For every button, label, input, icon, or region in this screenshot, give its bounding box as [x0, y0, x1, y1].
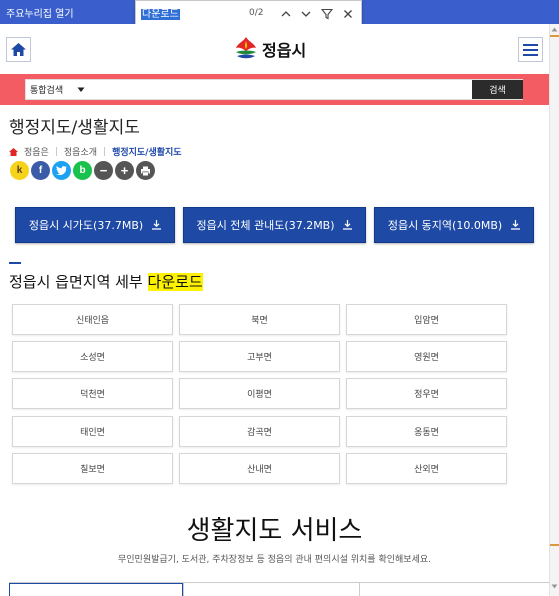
find-query: 다운로드 [141, 9, 180, 20]
download-icon [343, 220, 352, 230]
district-button[interactable]: 태인면 [12, 416, 173, 447]
find-filter-button[interactable] [319, 6, 335, 22]
close-icon [344, 10, 352, 18]
logo-text: 정읍시 [262, 41, 307, 60]
find-close-button[interactable] [340, 6, 356, 22]
download-button-label: 정읍시 전체 관내도(37.2MB) [196, 219, 335, 232]
district-button[interactable]: 이평면 [179, 378, 340, 409]
facebook-share-icon[interactable]: f [31, 161, 50, 180]
district-button[interactable]: 정우면 [346, 378, 507, 409]
twitter-bird-icon [56, 166, 67, 175]
service-title: 생활지도 서비스 [186, 516, 363, 546]
scroll-match-marker [550, 35, 559, 37]
district-button[interactable]: 산외면 [346, 453, 507, 484]
share-toolbar: k f b − + [10, 161, 155, 180]
search-scope-select[interactable]: 통합검색 [30, 83, 85, 96]
zoom-in-icon[interactable]: + [115, 161, 134, 180]
service-tab[interactable] [9, 583, 183, 596]
find-previous-button[interactable] [278, 6, 294, 22]
section-title-text: 정읍시 읍면지역 세부 [9, 273, 148, 291]
district-button[interactable]: 입암면 [346, 304, 507, 335]
twitter-share-icon[interactable] [52, 161, 71, 180]
district-button[interactable]: 덕천면 [12, 378, 173, 409]
district-button[interactable]: 감곡면 [179, 416, 340, 447]
scroll-match-marker [550, 544, 559, 546]
breadcrumb-current: 행정지도/생활지도 [112, 148, 182, 158]
logo-emblem-icon [236, 37, 256, 59]
service-tab[interactable] [183, 583, 359, 596]
download-button-label: 정읍시 시가도(37.7MB) [28, 219, 144, 232]
scroll-up-icon[interactable] [551, 27, 558, 32]
download-button-label: 정읍시 동지역(10.0MB) [387, 219, 503, 232]
search-input[interactable]: 통합검색 [25, 79, 523, 100]
print-icon[interactable] [136, 161, 155, 180]
caret-down-icon [77, 87, 85, 92]
search-band: 통합검색 검색 [0, 74, 559, 105]
find-match-count: 0/2 [249, 8, 264, 18]
download-dong-area-button[interactable]: 정읍시 동지역(10.0MB) [374, 207, 534, 243]
search-button[interactable]: 검색 [472, 80, 523, 99]
menu-button[interactable] [518, 37, 543, 62]
chevron-down-icon [301, 11, 311, 17]
download-icon [152, 220, 161, 230]
chevron-up-icon [281, 11, 291, 17]
search-scope-value: 통합검색 [30, 86, 64, 96]
page-title: 행정지도/생활지도 [9, 118, 140, 138]
breadcrumb-separator: | [54, 146, 58, 157]
district-button[interactable]: 소성면 [12, 341, 173, 372]
filter-icon [321, 8, 333, 20]
district-button[interactable]: 영원면 [346, 341, 507, 372]
breadcrumb-separator: | [103, 146, 107, 157]
breadcrumb-item[interactable]: 정읍소개 [64, 145, 97, 158]
district-button[interactable]: 산내면 [179, 453, 340, 484]
printer-icon [141, 166, 150, 175]
district-button[interactable]: 북면 [179, 304, 340, 335]
hamburger-icon [523, 43, 538, 56]
find-in-page-bar: 다운로드 0/2 [135, 0, 362, 26]
district-button[interactable]: 신태인읍 [12, 304, 173, 335]
site-logo[interactable]: 정읍시 [234, 34, 306, 64]
district-button[interactable]: 칠보면 [12, 453, 173, 484]
kakaostory-share-icon[interactable]: k [10, 161, 29, 180]
blog-share-icon[interactable]: b [73, 161, 92, 180]
download-full-map-button[interactable]: 정읍시 전체 관내도(37.2MB) [183, 207, 366, 243]
service-tab-strip [9, 582, 549, 596]
download-icon [511, 220, 520, 230]
breadcrumb: 정읍은 | 정읍소개 | 행정지도/생활지도 [9, 145, 182, 158]
service-tab[interactable] [359, 583, 549, 596]
home-icon [11, 43, 26, 56]
district-button[interactable]: 옹동면 [346, 416, 507, 447]
page-scrollbar[interactable] [549, 24, 559, 596]
site-header: 정읍시 [0, 24, 559, 74]
home-button[interactable] [6, 37, 31, 62]
main-sites-link[interactable]: 주요누리집 열기 [6, 5, 74, 20]
find-next-button[interactable] [298, 6, 314, 22]
section-accent-bar [9, 262, 21, 264]
section-title: 정읍시 읍면지역 세부 다운로드 [9, 271, 203, 292]
download-city-map-button[interactable]: 정읍시 시가도(37.7MB) [15, 207, 175, 243]
district-button[interactable]: 고부면 [179, 341, 340, 372]
home-icon[interactable] [9, 147, 18, 156]
breadcrumb-item[interactable]: 정읍은 [24, 145, 49, 158]
service-description: 무인민원발급기, 도서관, 주차장정보 등 정읍의 관내 편의시설 위치를 확인… [118, 555, 431, 565]
zoom-out-icon[interactable]: − [94, 161, 113, 180]
scroll-down-icon[interactable] [551, 584, 558, 589]
section-title-highlight: 다운로드 [147, 273, 203, 291]
